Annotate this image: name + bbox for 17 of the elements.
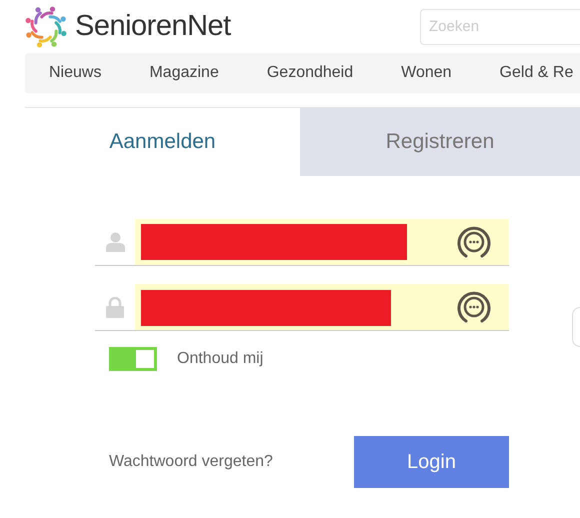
nav-link[interactable]: Nieuws <box>25 61 126 85</box>
nav-link[interactable]: Magazine <box>125 61 243 85</box>
brand-name[interactable]: SeniorenNet <box>75 4 231 48</box>
user-icon <box>106 232 124 252</box>
password-manager-icon[interactable] <box>457 290 491 324</box>
lock-icon <box>106 296 124 318</box>
forgot-password-link[interactable]: Wachtwoord vergeten? <box>109 450 273 474</box>
logo-icon <box>25 6 67 48</box>
login-button[interactable]: Login <box>354 436 509 488</box>
input-field[interactable] <box>135 219 509 265</box>
nav-link[interactable]: Geld & Re <box>476 61 580 85</box>
password-manager-icon[interactable] <box>457 225 491 259</box>
nav-link[interactable]: Wonen <box>377 61 476 85</box>
input-field[interactable] <box>135 284 509 330</box>
toggle-switch[interactable] <box>109 347 157 371</box>
remember-label: Onthoud mij <box>177 349 264 369</box>
nav-link[interactable]: Gezondheid <box>242 61 378 85</box>
